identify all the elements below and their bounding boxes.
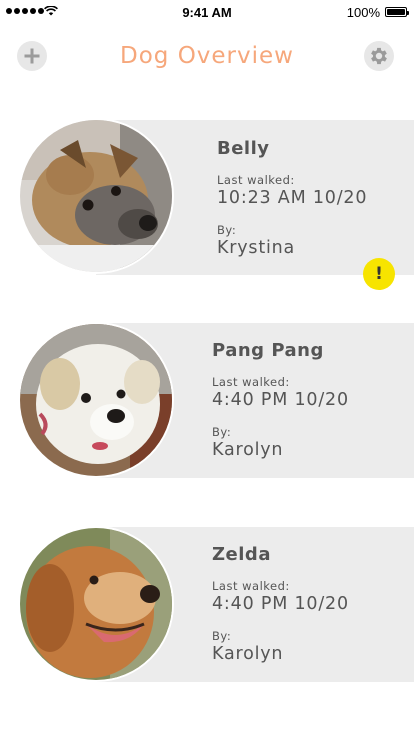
last-walked-value: 10:23 AM 10/20 (217, 188, 368, 208)
dog-photo-zelda (18, 526, 174, 682)
exclamation-icon: ! (375, 264, 383, 284)
walked-by-value: Karolyn (212, 644, 284, 664)
dog-name: Pang Pang (212, 340, 324, 361)
dog-photo-belly (18, 118, 174, 274)
alert-badge[interactable]: ! (363, 258, 395, 290)
last-walked-label: Last walked: (212, 579, 290, 593)
dog-name: Zelda (212, 544, 271, 565)
last-walked-label: Last walked: (217, 173, 295, 187)
status-bar: 9:41 AM 100% (0, 0, 414, 24)
page-title: Dog Overview (120, 43, 294, 69)
gear-icon (371, 47, 387, 65)
battery-percentage: 100% (346, 5, 380, 20)
walked-by-value: Karolyn (212, 440, 284, 460)
walked-by-label: By: (217, 223, 237, 237)
walked-by-label: By: (212, 425, 232, 439)
last-walked-label: Last walked: (212, 375, 290, 389)
settings-button[interactable] (364, 41, 394, 71)
dog-card-pang-pang[interactable]: Pang Pang Last walked: 4:40 PM 10/20 By:… (0, 322, 414, 482)
walked-by-value: Krystina (217, 238, 296, 258)
last-walked-value: 4:40 PM 10/20 (212, 594, 349, 614)
dog-name: Belly (217, 138, 270, 159)
header: Dog Overview (0, 38, 414, 78)
dog-card-zelda[interactable]: Zelda Last walked: 4:40 PM 10/20 By: Kar… (0, 526, 414, 686)
dog-photo-pang-pang (18, 322, 174, 478)
walked-by-label: By: (212, 629, 232, 643)
dog-card-belly[interactable]: Belly Last walked: 10:23 AM 10/20 By: Kr… (0, 118, 414, 290)
battery-icon (385, 7, 409, 17)
last-walked-value: 4:40 PM 10/20 (212, 390, 349, 410)
